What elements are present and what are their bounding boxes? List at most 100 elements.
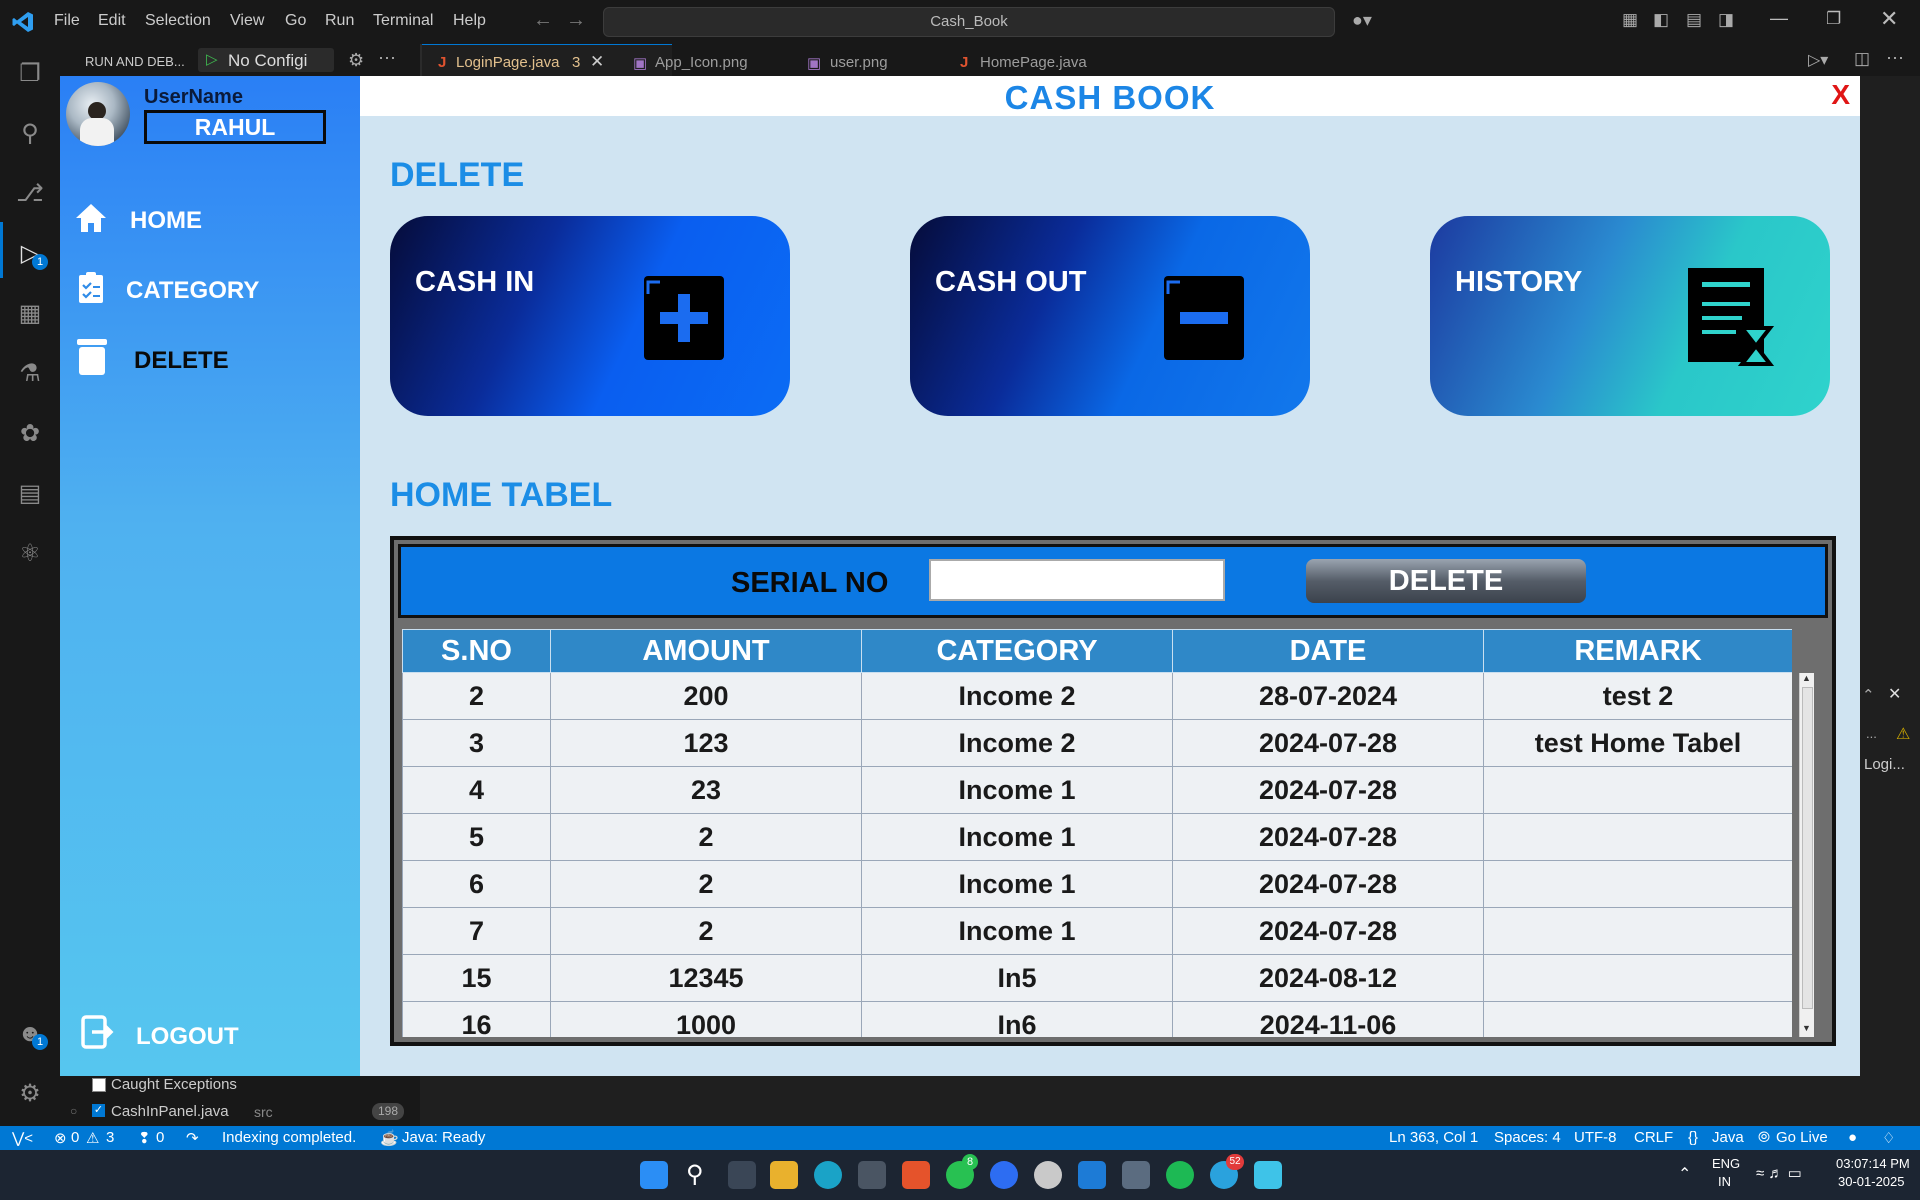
column-header-date[interactable]: DATE [1172, 629, 1484, 673]
language-mode[interactable]: Java [1712, 1129, 1744, 1146]
java-status[interactable]: Java: Ready [402, 1129, 485, 1146]
layout-icon[interactable]: ▦ [1622, 10, 1638, 30]
delete-button[interactable]: DELETE [1306, 559, 1586, 603]
debug-settings-icon[interactable]: ⚙ [348, 50, 364, 71]
scroll-down-icon[interactable]: ▼ [1802, 1023, 1811, 1033]
table-row[interactable]: 7 2 Income 1 2024-07-28 [402, 907, 1792, 955]
clock-time[interactable]: 03:07:14 PM [1836, 1156, 1910, 1171]
go-live[interactable]: Go Live [1776, 1129, 1828, 1146]
notifications-bell-icon[interactable]: ♢ [1882, 1129, 1895, 1147]
panel-close-icon[interactable]: ✕ [1888, 684, 1901, 704]
app-close-button[interactable]: X [1831, 79, 1850, 111]
edge-icon[interactable] [814, 1161, 842, 1189]
task-view-icon[interactable] [728, 1161, 756, 1189]
column-header-category[interactable]: CATEGORY [861, 629, 1173, 673]
forward-arrow-icon[interactable]: → [566, 9, 586, 32]
caught-exceptions-checkbox[interactable] [92, 1078, 106, 1092]
history-card[interactable]: HISTORY [1430, 216, 1830, 416]
window-close-icon[interactable]: ✕ [1880, 6, 1898, 32]
input-language[interactable]: ENG [1712, 1156, 1740, 1171]
nav-home[interactable]: HOME [60, 195, 360, 243]
copilot-status-icon[interactable]: ● [1848, 1129, 1857, 1146]
wifi-volume-battery-icon[interactable]: ≈ ♬ ▭ [1756, 1164, 1802, 1182]
restore-icon[interactable]: ❐ [1826, 9, 1841, 29]
split-editor-icon[interactable]: ◫ [1854, 49, 1870, 69]
toggle-sidebar-icon[interactable]: ◧ [1653, 10, 1669, 30]
java-app-icon[interactable] [1254, 1161, 1282, 1189]
spotify-icon[interactable] [1166, 1161, 1194, 1189]
logout-button[interactable]: LOGOUT [60, 1011, 360, 1059]
testing-icon[interactable]: ⚗ [14, 358, 46, 390]
toggle-secondary-sidebar-icon[interactable]: ◨ [1718, 10, 1734, 30]
scrollbar-thumb[interactable] [1802, 687, 1813, 1009]
run-split-icon[interactable]: ▷▾ [1808, 50, 1828, 70]
menu-file[interactable]: File [54, 12, 80, 30]
panel-collapse-icon[interactable]: ⌃ [1862, 686, 1875, 704]
cash-in-card[interactable]: CASH IN [390, 216, 790, 416]
ports-icon[interactable]: ❢ [138, 1129, 151, 1147]
command-center[interactable]: Cash_Book [603, 7, 1335, 37]
zoom-icon[interactable] [990, 1161, 1018, 1189]
tab-app-icon[interactable]: App_Icon.png [655, 54, 748, 71]
column-header-sno[interactable]: S.NO [402, 629, 551, 673]
toggle-panel-icon[interactable]: ▤ [1686, 10, 1702, 30]
nav-delete[interactable]: DELETE [60, 335, 360, 383]
start-debug-icon[interactable]: ▷ [206, 50, 218, 68]
menu-go[interactable]: Go [285, 12, 306, 30]
notebook-icon[interactable]: ▤ [14, 478, 46, 510]
table-row[interactable]: 5 2 Income 1 2024-07-28 [402, 813, 1792, 861]
back-arrow-icon[interactable]: ← [533, 9, 553, 32]
menu-run[interactable]: Run [325, 12, 354, 30]
menu-help[interactable]: Help [453, 12, 486, 30]
start-windows-icon[interactable] [640, 1161, 668, 1189]
debug-config-dropdown[interactable]: ▷ No Configi [198, 48, 334, 72]
run-status-icon[interactable]: ↷ [186, 1129, 199, 1147]
menu-view[interactable]: View [230, 12, 264, 30]
terminal-app-icon[interactable] [858, 1161, 886, 1189]
minimize-icon[interactable]: — [1770, 8, 1788, 29]
table-row[interactable]: 2 200 Income 2 28-07-2024 test 2 [402, 672, 1792, 720]
nav-category[interactable]: CATEGORY [60, 265, 360, 313]
serial-no-input[interactable] [929, 559, 1225, 601]
mongodb-leaf-icon[interactable]: ✿ [14, 418, 46, 450]
line-ending[interactable]: CRLF [1634, 1129, 1673, 1146]
column-header-remark[interactable]: REMARK [1483, 629, 1792, 673]
settings-gear-icon[interactable]: ⚙ [14, 1078, 46, 1110]
copilot-icon[interactable]: ●▾ [1352, 10, 1372, 31]
table-row[interactable]: 3 123 Income 2 2024-07-28 test Home Tabel [402, 719, 1792, 767]
explorer-icon[interactable]: ❐ [14, 58, 46, 90]
tab-homepage[interactable]: HomePage.java [980, 54, 1087, 71]
brave-icon[interactable] [902, 1161, 930, 1189]
table-row[interactable]: 6 2 Income 1 2024-07-28 [402, 860, 1792, 908]
remote-icon[interactable]: ⋁< [12, 1129, 33, 1147]
vscode-taskbar-icon[interactable] [1078, 1161, 1106, 1189]
menu-terminal[interactable]: Terminal [373, 12, 433, 30]
tab-user-png[interactable]: user.png [830, 54, 888, 71]
editor-more-icon[interactable]: ⋯ [1886, 48, 1904, 69]
breakpoint-file[interactable]: CashInPanel.java [111, 1103, 229, 1120]
taskbar-search-icon[interactable]: ⚲ [686, 1160, 704, 1189]
menu-edit[interactable]: Edit [98, 12, 126, 30]
clock-app-icon[interactable] [1034, 1161, 1062, 1189]
menu-selection[interactable]: Selection [145, 12, 211, 30]
cash-out-card[interactable]: CASH OUT [910, 216, 1310, 416]
cursor-position[interactable]: Ln 363, Col 1 [1389, 1129, 1478, 1146]
file-explorer-icon[interactable] [770, 1161, 798, 1189]
indentation[interactable]: Spaces: 4 [1494, 1129, 1561, 1146]
python-icon[interactable]: ⚛ [14, 538, 46, 570]
encoding[interactable]: UTF-8 [1574, 1129, 1617, 1146]
extensions-icon[interactable]: ▦ [14, 298, 46, 330]
tray-chevron-icon[interactable]: ⌃ [1678, 1164, 1691, 1184]
more-actions-icon[interactable]: ⋯ [378, 48, 396, 69]
tab-close-icon[interactable]: ✕ [590, 52, 604, 72]
panel-item-label[interactable]: Logi... [1864, 756, 1905, 773]
table-scrollbar[interactable]: ▲ ▼ [1799, 673, 1814, 1037]
scroll-up-icon[interactable]: ▲ [1802, 673, 1811, 683]
table-row[interactable]: 16 1000 In6 2024-11-06 [402, 1001, 1792, 1037]
column-header-amount[interactable]: AMOUNT [550, 629, 862, 673]
source-control-icon[interactable]: ⎇ [14, 178, 46, 210]
errors-icon[interactable]: ⊗ [54, 1129, 67, 1147]
table-row[interactable]: 15 12345 In5 2024-08-12 [402, 954, 1792, 1002]
calculator-icon[interactable] [1122, 1161, 1150, 1189]
search-icon[interactable]: ⚲ [14, 118, 46, 150]
